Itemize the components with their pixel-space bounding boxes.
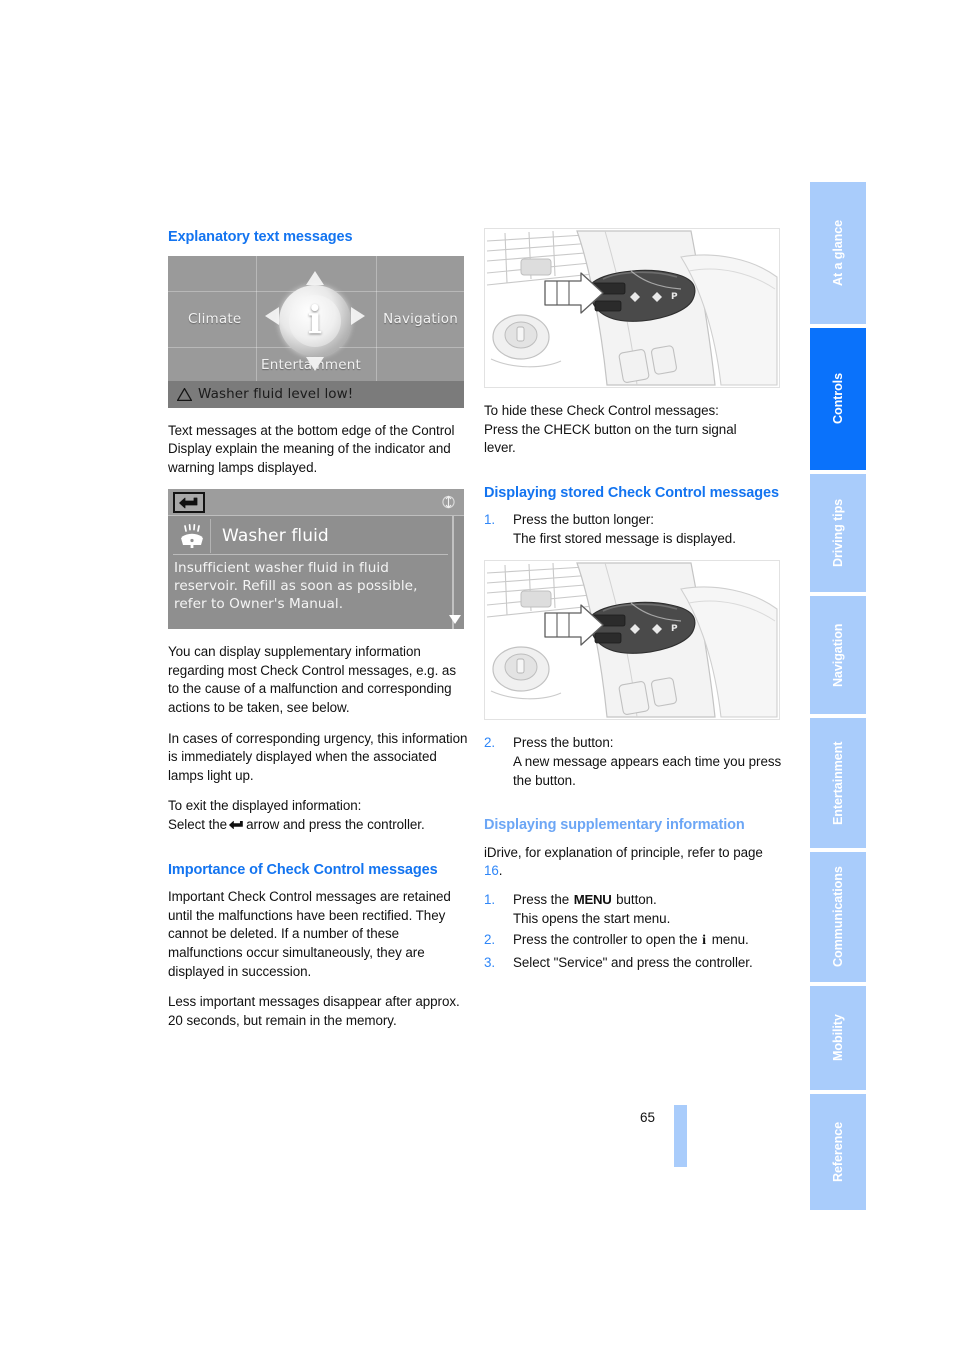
tab-communications[interactable]: Communications	[810, 852, 866, 982]
idrive-ref-after: .	[498, 863, 503, 879]
manual-page: Explanatory text messages Climate Naviga…	[0, 0, 954, 1351]
figure-idrive-start-menu: Climate Navigation Entertainment i Washe…	[168, 255, 468, 408]
svg-text:P: P	[671, 624, 678, 634]
warning-triangle-icon	[177, 387, 192, 401]
heading-displaying-stored-check-control-messages: Displaying stored Check Control messages	[484, 484, 779, 501]
hide-messages-line1: To hide these Check Control messages:	[484, 403, 719, 418]
step-main-after: button.	[616, 891, 657, 907]
back-arrow-icon	[229, 820, 244, 830]
washer-fluid-body: Insufficient washer fluid in fluid reser…	[174, 560, 418, 613]
idrive-status-bar: Washer fluid level low!	[168, 380, 464, 408]
figure-turn-signal-lever-2: P	[484, 560, 784, 721]
step-main-before: Press the controller to open the	[513, 932, 698, 948]
page-reference-link[interactable]: 16	[484, 863, 499, 878]
up-down-arrow-icon	[442, 495, 455, 509]
heading-importance-of-check-control-messages: Importance of Check Control messages	[168, 861, 438, 878]
steps-displaying-stored: 1. Press the button longer: The first st…	[484, 511, 784, 548]
figure-code: ​	[787, 320, 796, 382]
scrollbar[interactable]	[448, 516, 459, 630]
caret-down-icon[interactable]	[449, 615, 461, 625]
list-item: 2. Press the controller to open the i me…	[484, 931, 784, 951]
step-main: Press the button longer:	[513, 512, 654, 528]
washer-fluid-row: Washer fluid	[173, 518, 448, 556]
figure-code: ​	[471, 561, 480, 623]
chapter-tab-strip: At a glance Controls Driving tips Naviga…	[810, 182, 866, 1210]
paragraph-less-important-messages: Less important messages disappear after …	[168, 994, 460, 1028]
step-number: 2.	[484, 735, 496, 751]
tab-entertainment[interactable]: Entertainment	[810, 718, 866, 848]
hide-messages-line2: Press the CHECK button on the turn signa…	[484, 421, 737, 437]
step-number: 2.	[484, 932, 496, 948]
tab-controls[interactable]: Controls	[810, 328, 866, 470]
turn-signal-lever-illustration: P	[484, 228, 780, 388]
steps-press-button: 2. Press the button: A new message appea…	[484, 734, 784, 790]
paragraph-hide-messages: To hide these Check Control messages: Pr…	[484, 402, 784, 458]
exit-info-line1: To exit the displayed information:	[168, 798, 362, 814]
menu-button-glyph: MENU	[573, 891, 612, 907]
exit-info-before: Select the	[168, 817, 228, 833]
tab-at-a-glance[interactable]: At a glance	[810, 182, 866, 324]
list-item: 1. Press the MENU button. This opens the…	[484, 891, 784, 928]
paragraph-exit-info: To exit the displayed information: Selec…	[168, 797, 468, 834]
heading-explanatory-text-messages: Explanatory text messages	[168, 229, 353, 245]
figure-code: ​	[787, 652, 796, 714]
idrive-label-navigation: Navigation	[383, 310, 458, 327]
step-main: Press the button:	[513, 735, 614, 751]
paragraph-urgency: In cases of corresponding urgency, this …	[168, 730, 468, 783]
step-main-after: menu.	[711, 932, 749, 948]
step-number: 1.	[484, 512, 496, 528]
svg-text:P: P	[671, 292, 678, 302]
washer-screen-topbar	[168, 489, 464, 517]
step-number: 3.	[484, 954, 496, 970]
list-item: 1. Press the button longer: The first st…	[484, 511, 784, 548]
right-column: P To hide these Check Control messages: …	[484, 228, 784, 984]
idrive-label-climate: Climate	[188, 310, 242, 327]
figure-code: ​	[471, 340, 480, 402]
step-sub: This opens the start menu.	[513, 910, 671, 926]
turn-signal-lever-illustration: P	[484, 560, 780, 721]
page-number: 65	[640, 1110, 656, 1125]
back-arrow-icon	[173, 492, 205, 514]
arrow-up-icon	[306, 270, 324, 285]
arrow-down-icon	[306, 356, 324, 371]
tab-mobility[interactable]: Mobility	[810, 986, 866, 1090]
step-main-before: Select "Service" and press the controlle…	[513, 954, 753, 970]
figure-turn-signal-lever-1: P	[484, 228, 784, 388]
tab-driving-tips[interactable]: Driving tips	[810, 474, 866, 592]
heading-displaying-supplementary-information: Displaying supplementary information	[484, 817, 745, 834]
left-column: Explanatory text messages Climate Naviga…	[168, 228, 468, 1042]
steps-supplementary-info: 1. Press the MENU button. This opens the…	[484, 891, 784, 972]
hide-messages-line3: lever.	[484, 440, 516, 456]
washer-fluid-icon	[173, 519, 211, 554]
info-menu-glyph: i	[702, 933, 707, 949]
figure-washer-fluid-detail: Washer fluid Insufficient washer fluid i…	[168, 489, 468, 630]
exit-info-after: arrow and press the controller.	[246, 817, 425, 833]
washer-fluid-screen-mockup: Washer fluid Insufficient washer fluid i…	[168, 489, 464, 630]
info-letter-icon: i	[307, 296, 323, 342]
washer-fluid-title: Washer fluid	[222, 526, 329, 547]
page-number-bar	[674, 1105, 687, 1167]
step-sub: A new message appears each time you pres…	[513, 754, 782, 788]
paragraph-important-messages: Important Check Control messages are ret…	[168, 889, 451, 979]
idrive-status-message: Washer fluid level low!	[198, 386, 354, 402]
list-item: 2. Press the button: A new message appea…	[484, 734, 784, 790]
tab-navigation[interactable]: Navigation	[810, 596, 866, 714]
paragraph-text-messages: Text messages at the bottom edge of the …	[168, 422, 455, 475]
paragraph-idrive-reference: iDrive, for explanation of principle, re…	[484, 844, 784, 881]
step-sub: The first stored message is displayed.	[513, 530, 736, 546]
idrive-screen-mockup: Climate Navigation Entertainment i Washe…	[168, 255, 464, 408]
tab-reference[interactable]: Reference	[810, 1094, 866, 1210]
paragraph-supplementary-info: You can display supplementary informatio…	[168, 644, 456, 716]
idrive-ref-before: iDrive, for explanation of principle, re…	[484, 844, 763, 860]
step-main-before: Press the	[513, 891, 570, 907]
step-number: 1.	[484, 891, 496, 907]
info-icon: i	[265, 270, 365, 371]
list-item: 3. Select "Service" and press the contro…	[484, 954, 784, 973]
